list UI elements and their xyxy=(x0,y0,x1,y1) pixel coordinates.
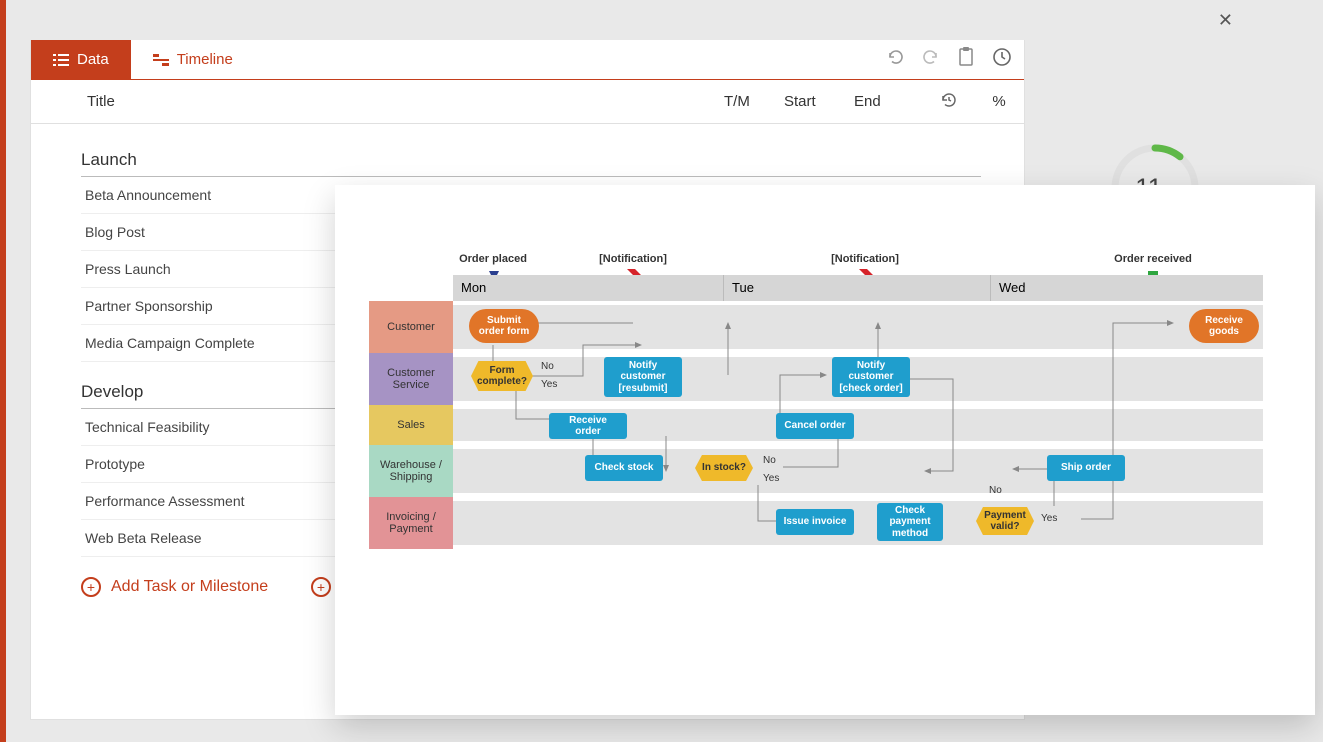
edge-no: No xyxy=(763,455,776,466)
tab-row: Data Timeline xyxy=(31,40,1024,80)
plus-icon[interactable]: + xyxy=(311,577,331,597)
lane-warehouse: Warehouse / Shipping xyxy=(369,445,1263,497)
edge-no: No xyxy=(989,485,1002,496)
close-button[interactable]: ✕ xyxy=(1218,10,1233,31)
day-wed: Wed xyxy=(990,275,1263,301)
lane-customer-body xyxy=(453,301,1263,353)
tl-notification: [Notification] xyxy=(831,253,899,265)
timeline-labels: Order placed [Notification] [Notificatio… xyxy=(453,253,1263,275)
node-check-stock[interactable]: Check stock xyxy=(585,455,663,481)
col-end: End xyxy=(854,93,924,110)
add-task-label: Add Task or Milestone xyxy=(111,578,268,596)
col-pct: % xyxy=(974,93,1024,110)
node-in-stock[interactable]: In stock? xyxy=(695,455,753,481)
plus-icon: + xyxy=(81,577,101,597)
node-notify-resubmit[interactable]: Notify customer [resubmit] xyxy=(604,357,682,397)
column-header: Title T/M Start End % xyxy=(31,80,1024,124)
timeline-icon xyxy=(153,53,169,67)
col-title: Title xyxy=(87,93,724,110)
redo-icon[interactable] xyxy=(922,48,940,71)
day-mon: Mon xyxy=(453,275,723,301)
day-tue: Tue xyxy=(723,275,990,301)
node-ship-order[interactable]: Ship order xyxy=(1047,455,1125,481)
lane-invoice-body xyxy=(453,497,1263,549)
list-icon xyxy=(53,53,69,67)
clock-icon[interactable] xyxy=(992,47,1012,72)
col-history-icon xyxy=(924,91,974,113)
node-receive-goods[interactable]: Receive goods xyxy=(1189,309,1259,343)
edge-yes: Yes xyxy=(541,379,557,390)
tab-timeline-label: Timeline xyxy=(177,51,233,68)
lane-invoice-head: Invoicing / Payment xyxy=(369,497,453,549)
lane-customer-head: Customer xyxy=(369,301,453,353)
tl-order-received: Order received xyxy=(1114,253,1192,265)
accent-bar xyxy=(0,0,6,742)
lane-service-head: Customer Service xyxy=(369,353,453,405)
node-issue-invoice[interactable]: Issue invoice xyxy=(776,509,854,535)
edge-yes: Yes xyxy=(763,473,779,484)
diagram-overlay: Order placed [Notification] [Notificatio… xyxy=(335,185,1315,715)
col-tm: T/M xyxy=(724,93,784,110)
edge-no: No xyxy=(541,361,554,372)
node-receive-order[interactable]: Receive order xyxy=(549,413,627,439)
node-notify-check[interactable]: Notify customer [check order] xyxy=(832,357,910,397)
tab-data-label: Data xyxy=(77,51,109,68)
edge-yes: Yes xyxy=(1041,513,1057,524)
tab-data[interactable]: Data xyxy=(31,40,131,79)
lane-sales-head: Sales xyxy=(369,405,453,445)
tab-timeline[interactable]: Timeline xyxy=(131,40,255,79)
node-submit[interactable]: Submit order form xyxy=(469,309,539,343)
lane-warehouse-head: Warehouse / Shipping xyxy=(369,445,453,497)
undo-icon[interactable] xyxy=(886,48,904,71)
node-cancel-order[interactable]: Cancel order xyxy=(776,413,854,439)
lane-warehouse-body xyxy=(453,445,1263,497)
toolbar-right xyxy=(886,40,1012,79)
node-payment-valid[interactable]: Payment valid? xyxy=(976,507,1034,535)
group-launch-title[interactable]: Launch xyxy=(81,150,981,177)
day-header: Mon Tue Wed xyxy=(453,275,1263,301)
col-start: Start xyxy=(784,93,854,110)
tl-notification: [Notification] xyxy=(599,253,667,265)
clipboard-icon[interactable] xyxy=(958,47,974,72)
tl-order-placed: Order placed xyxy=(459,253,527,265)
node-form-complete[interactable]: Form complete? xyxy=(471,361,533,391)
node-check-payment[interactable]: Check payment method xyxy=(877,503,943,541)
